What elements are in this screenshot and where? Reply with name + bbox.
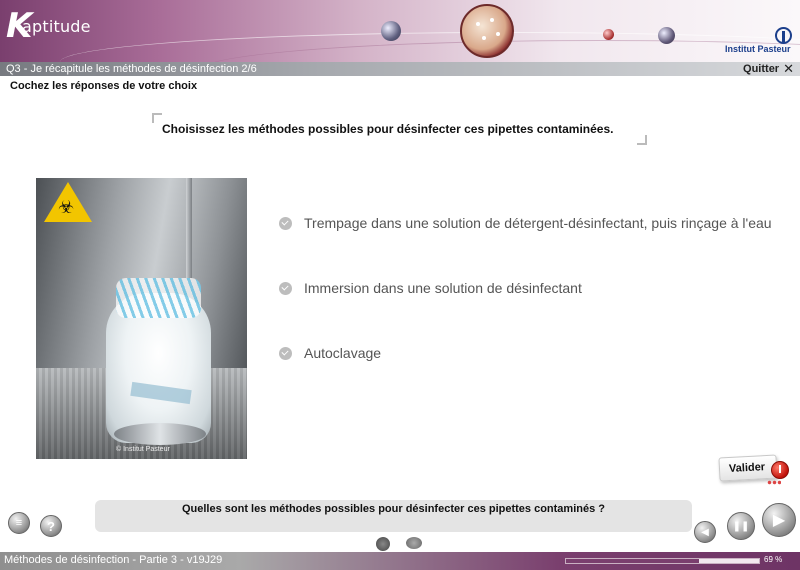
sound-icon[interactable] xyxy=(376,537,390,551)
checkbox-icon[interactable] xyxy=(279,216,292,230)
checkbox-icon[interactable] xyxy=(279,346,292,360)
validate-button[interactable]: Valider xyxy=(718,454,778,482)
validate-label: Valider xyxy=(728,461,766,475)
decorative-bubble-icon xyxy=(603,29,614,40)
pasteur-mark-icon xyxy=(775,27,792,44)
previous-button[interactable]: ◀ xyxy=(694,521,716,543)
course-title: Méthodes de désinfection - Partie 3 - v1… xyxy=(4,554,223,566)
bottom-question-text: Quelles sont les méthodes possibles pour… xyxy=(181,503,605,515)
option-label: Autoclavage xyxy=(304,345,382,361)
logo-text: aptitude xyxy=(22,17,91,36)
menu-icon: ≡ xyxy=(15,517,23,529)
app-header: K aptitude Institut Pasteur xyxy=(0,0,800,62)
menu-button[interactable]: ≡ xyxy=(8,512,30,534)
contaminated-pipettes-photo: ☣ © Institut Pasteur xyxy=(36,178,247,459)
partner-name: Institut Pasteur xyxy=(725,44,791,54)
quit-button[interactable]: Quitter ✕ xyxy=(743,62,794,76)
photo-copyright: © Institut Pasteur xyxy=(116,446,170,453)
corner-bracket xyxy=(637,135,647,145)
question-box: Choisissez les méthodes possibles pour d… xyxy=(152,113,647,145)
corner-bracket xyxy=(152,113,162,123)
pause-button[interactable]: ❚❚ xyxy=(727,512,755,540)
progress-bar xyxy=(565,558,760,564)
institut-pasteur-logo: Institut Pasteur xyxy=(725,27,795,55)
progress-percent: 69 % xyxy=(764,555,783,564)
progress-fill xyxy=(566,559,700,563)
pipettes xyxy=(116,278,201,318)
photo-rail xyxy=(186,178,192,278)
question-title-bar: Q3 - Je récapitule les méthodes de désin… xyxy=(0,62,800,76)
help-button[interactable]: ? xyxy=(40,515,62,537)
next-button[interactable]: ▶ xyxy=(762,503,796,537)
option-label: Trempage dans une solution de détergent-… xyxy=(304,215,772,231)
close-icon: ✕ xyxy=(783,61,794,76)
decorative-bubble-icon xyxy=(658,27,675,44)
bottom-question-panel: Quelles sont les méthodes possibles pour… xyxy=(95,500,692,532)
pause-icon: ❚❚ xyxy=(732,520,750,532)
option-autoclavage[interactable]: Autoclavage xyxy=(279,345,381,361)
validate-power-icon[interactable] xyxy=(771,461,789,479)
decorative-dots-icon xyxy=(767,480,781,485)
previous-icon: ◀ xyxy=(701,526,709,538)
question-text: Choisissez les méthodes possibles pour d… xyxy=(162,122,614,136)
play-icon: ▶ xyxy=(772,512,786,529)
help-icon: ? xyxy=(47,518,55,534)
petri-dish-icon xyxy=(460,4,514,58)
quit-label: Quitter xyxy=(743,63,780,75)
decorative-bubble-icon xyxy=(381,21,401,41)
biohazard-icon: ☣ xyxy=(58,197,75,217)
option-immersion[interactable]: Immersion dans une solution de désinfect… xyxy=(279,280,582,296)
instruction-text: Cochez les réponses de votre choix xyxy=(10,80,198,92)
checkbox-icon[interactable] xyxy=(279,281,292,295)
option-trempage[interactable]: Trempage dans une solution de détergent-… xyxy=(279,215,772,231)
question-title: Q3 - Je récapitule les méthodes de désin… xyxy=(6,63,257,75)
chat-bubble-icon[interactable] xyxy=(406,537,422,549)
option-label: Immersion dans une solution de désinfect… xyxy=(304,280,582,296)
container xyxy=(114,423,206,445)
